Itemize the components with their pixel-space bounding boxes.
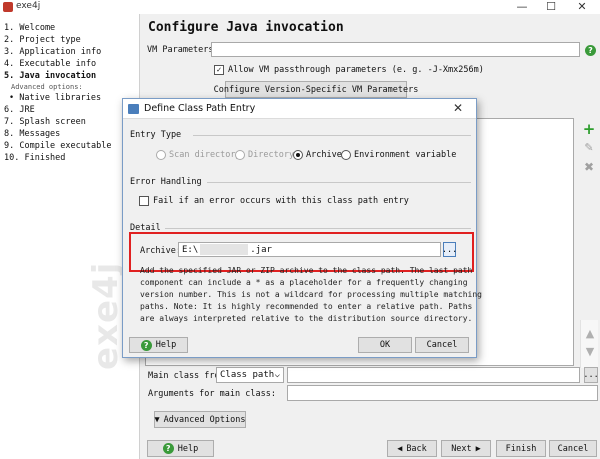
- step-application-info[interactable]: 3. Application info: [4, 47, 101, 57]
- step-compile-executable[interactable]: 9. Compile executable: [4, 141, 111, 151]
- entry-type-divider: [193, 135, 471, 136]
- back-label: Back: [406, 443, 427, 454]
- step-executable-info[interactable]: 4. Executable info: [4, 59, 96, 69]
- dialog-ok-button[interactable]: OK: [358, 337, 412, 353]
- minimize-button[interactable]: —: [508, 0, 536, 14]
- exe4j-watermark-logo: exe4j: [86, 261, 126, 370]
- main-class-from-label: Main class from: [148, 371, 225, 381]
- edit-entry-pencil-icon[interactable]: ✎: [581, 140, 597, 156]
- main-class-browse-button[interactable]: ...: [583, 367, 599, 383]
- directory-label: Directory: [248, 150, 295, 160]
- next-label: Next: [451, 443, 472, 454]
- advanced-options-button[interactable]: ▼ Advanced Options: [154, 411, 246, 428]
- chevron-down-icon: ▼: [154, 414, 160, 425]
- archive-description-line-1: Add the specified JAR or ZIP archive to …: [140, 266, 473, 275]
- dialog-help-button[interactable]: ? Help: [129, 337, 188, 353]
- move-down-arrow-icon[interactable]: ▼: [582, 344, 598, 360]
- scan-directory-label: Scan directory: [169, 150, 241, 160]
- dialog-window-icon: [128, 104, 139, 114]
- archive-radio-label: Archive: [306, 150, 342, 160]
- directory-radio[interactable]: [235, 150, 245, 160]
- back-arrow-icon: ◀: [397, 443, 403, 454]
- step-messages[interactable]: 8. Messages: [4, 129, 60, 139]
- back-button[interactable]: ◀ Back: [387, 440, 437, 457]
- configure-version-button-label: Configure Version-Specific VM Parameters: [213, 84, 419, 95]
- allow-passthrough-label: Allow VM passthrough parameters (e. g. -…: [228, 65, 484, 75]
- dialog-title: Define Class Path Entry: [144, 103, 256, 114]
- arguments-input[interactable]: [287, 385, 598, 401]
- vm-parameters-input[interactable]: [211, 42, 580, 57]
- next-arrow-icon: ▶: [475, 443, 481, 454]
- cancel-button[interactable]: Cancel: [549, 440, 597, 457]
- dialog-cancel-button[interactable]: Cancel: [415, 337, 469, 353]
- advanced-options-label: Advanced Options: [163, 414, 246, 425]
- exe4j-app-icon: [3, 2, 13, 12]
- remove-entry-x-icon[interactable]: ✖: [581, 159, 597, 175]
- add-entry-plus-icon[interactable]: +: [581, 121, 597, 137]
- scan-directory-radio[interactable]: [156, 150, 166, 160]
- detail-divider: [165, 228, 471, 229]
- dialog-help-label: Help: [155, 340, 177, 350]
- main-class-source-select[interactable]: Class path ⌵: [216, 367, 284, 383]
- archive-description-line-3: version number. This is not a wildcard f…: [140, 290, 482, 299]
- configure-version-specific-vm-parameters-button[interactable]: Configure Version-Specific VM Parameters: [214, 81, 418, 98]
- error-handling-section-label: Error Handling: [130, 177, 202, 187]
- page-title: Configure Java invocation: [148, 20, 344, 35]
- step-native-libraries[interactable]: • Native libraries: [9, 93, 101, 103]
- allow-passthrough-checkbox[interactable]: ✓: [214, 65, 224, 75]
- step-splash-screen[interactable]: 7. Splash screen: [4, 117, 86, 127]
- window-title: exe4j: [16, 1, 41, 11]
- archive-description-line-4: paths. Note: It is highly recommended to…: [140, 302, 473, 311]
- vm-parameters-help-icon[interactable]: ?: [585, 45, 596, 56]
- step-welcome[interactable]: 1. Welcome: [4, 23, 55, 33]
- next-button[interactable]: Next ▶: [441, 440, 491, 457]
- error-handling-divider: [207, 182, 471, 183]
- chevron-down-icon: ⌵: [274, 370, 280, 380]
- step-jre[interactable]: 6. JRE: [4, 105, 35, 115]
- finish-button[interactable]: Finish: [496, 440, 546, 457]
- fail-on-error-label: Fail if an error occurs with this class …: [153, 196, 409, 206]
- step-project-type[interactable]: 2. Project type: [4, 35, 81, 45]
- entry-type-section-label: Entry Type: [130, 130, 182, 140]
- environment-variable-radio[interactable]: [341, 150, 351, 160]
- vm-parameters-label: VM Parameters:: [147, 45, 219, 55]
- fail-on-error-checkbox[interactable]: [139, 196, 149, 206]
- step-finished[interactable]: 10. Finished: [4, 153, 65, 163]
- advanced-options-caption: Advanced options:: [11, 83, 83, 91]
- archive-description-line-5: are always interpreted relative to the d…: [140, 314, 473, 323]
- environment-variable-label: Environment variable: [354, 150, 457, 160]
- define-class-path-entry-dialog: Define Class Path Entry ✕ Entry Type Sca…: [122, 98, 482, 358]
- move-up-arrow-icon[interactable]: ▲: [582, 326, 598, 342]
- main-class-source-value: Class path: [220, 370, 275, 380]
- dialog-close-button[interactable]: ✕: [453, 101, 463, 115]
- step-java-invocation[interactable]: 5. Java invocation: [4, 71, 96, 81]
- help-button[interactable]: ? Help: [147, 440, 214, 457]
- arguments-label: Arguments for main class:: [148, 389, 276, 399]
- help-label: Help: [177, 443, 199, 454]
- help-question-icon: ?: [162, 443, 174, 454]
- close-window-button[interactable]: ✕: [568, 0, 596, 14]
- help-question-icon: ?: [140, 339, 152, 351]
- archive-radio[interactable]: [293, 150, 303, 160]
- main-class-input[interactable]: [287, 367, 580, 383]
- archive-description-line-2: component can include a * as a placehold…: [140, 278, 468, 287]
- maximize-button[interactable]: ☐: [537, 0, 565, 14]
